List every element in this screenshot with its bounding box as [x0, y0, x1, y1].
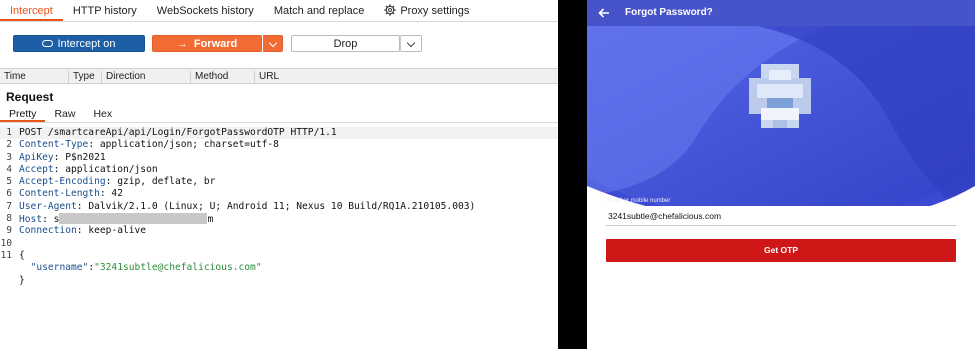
- tab-websockets-history[interactable]: WebSockets history: [147, 0, 264, 21]
- body-line: "username":"3241subtle@chefalicious.com": [30, 262, 262, 274]
- screen-title: Forgot Password?: [625, 7, 713, 18]
- body-line: }: [19, 274, 25, 286]
- header-line: 5 Accept-Encoding: gzip, deflate, br: [6, 176, 216, 188]
- forward-label: Forward: [193, 38, 238, 50]
- blurred-avatar-image: [749, 64, 811, 128]
- app-bar: Forgot Password?: [587, 0, 975, 26]
- header-line: 7 User-Agent: Dalvik/2.1.0 (Linux; U; And…: [6, 200, 476, 212]
- tab-proxy-settings-label: Proxy settings: [400, 5, 470, 17]
- body-line: 11{: [0, 249, 25, 261]
- intercept-label: Intercept on: [57, 38, 116, 50]
- request-line-1: 1 POST /smartcareApi/api/Login/ForgotPass…: [0, 127, 558, 140]
- arrow-left-icon[interactable]: [597, 6, 611, 20]
- tab-pretty[interactable]: Pretty: [0, 107, 46, 122]
- header-line: 4 Accept: application/json: [6, 163, 158, 175]
- forward-button[interactable]: → Forward: [152, 35, 262, 52]
- tab-match-and-replace[interactable]: Match and replace: [264, 0, 375, 21]
- tab-intercept[interactable]: Intercept: [0, 0, 63, 21]
- header-line: 8 Host: sm: [6, 213, 214, 226]
- arrow-right-icon: →: [176, 38, 188, 50]
- email-field[interactable]: 3241subtle@chefalicious.com: [606, 206, 956, 226]
- toggle-icon: [42, 40, 54, 47]
- request-editor[interactable]: 1 POST /smartcareApi/api/Login/ForgotPass…: [0, 127, 558, 287]
- column-time[interactable]: Time: [0, 71, 26, 83]
- tab-http-history[interactable]: HTTP history: [63, 0, 147, 21]
- header-line: 3 ApiKey: P$n2021: [6, 151, 106, 163]
- redacted-host: [59, 213, 208, 225]
- drop-dropdown-button[interactable]: [400, 35, 422, 52]
- chevron-down-icon: [268, 38, 277, 47]
- column-type[interactable]: Type: [68, 71, 95, 83]
- email-field-label: Email or mobile number: [607, 198, 671, 204]
- android-app-screen: Forgot Password? Email or mobile number …: [587, 0, 975, 349]
- column-direction[interactable]: Direction: [101, 71, 145, 83]
- header-line: 9 Connection: keep-alive: [6, 225, 147, 237]
- intercept-toggle-button[interactable]: Intercept on: [13, 35, 145, 52]
- column-method[interactable]: Method: [190, 71, 228, 83]
- request-view-tabs: Pretty Raw Hex: [0, 107, 558, 123]
- tab-hex[interactable]: Hex: [84, 107, 121, 122]
- header-line: 2 Content-Type: application/json; charset…: [6, 139, 279, 151]
- proxy-tabs: Intercept HTTP history WebSockets histor…: [0, 0, 558, 22]
- blank-line: 10: [0, 237, 12, 249]
- gear-icon: [384, 4, 396, 16]
- drop-button[interactable]: Drop: [291, 35, 400, 52]
- burp-proxy-panel: Intercept HTTP history WebSockets histor…: [0, 0, 558, 349]
- intercept-table-header: Time Type Direction Method URL: [0, 68, 558, 84]
- header-line: 6 Content-Length: 42: [6, 188, 123, 200]
- column-url[interactable]: URL: [254, 71, 279, 83]
- forward-dropdown-button[interactable]: [262, 35, 283, 52]
- get-otp-button[interactable]: Get OTP: [606, 239, 956, 262]
- tab-proxy-settings[interactable]: Proxy settings: [374, 0, 479, 21]
- tab-raw[interactable]: Raw: [45, 107, 84, 122]
- request-title: Request: [6, 90, 54, 104]
- chevron-down-icon: [406, 38, 416, 47]
